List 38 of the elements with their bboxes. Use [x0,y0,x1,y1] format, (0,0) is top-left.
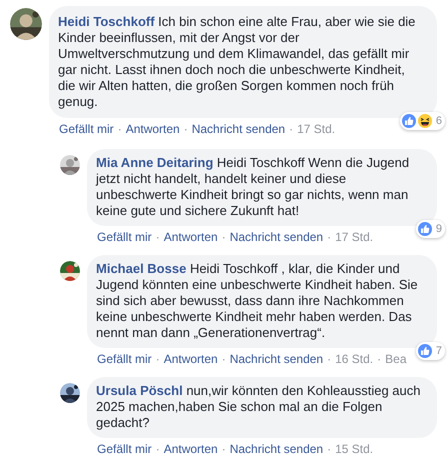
separator-dot: · [222,351,226,367]
author-name[interactable]: Mia Anne Deitaring [96,155,214,170]
separator-dot: · [156,351,160,367]
comment-text: Heidi Toschkoff Ich bin schon eine alte Frau, aber wie sie die Kinder beeinflussen, mit der Angst vor der Umweltverschmutzung und dem Klimawandel, das gefällt mir gar nicht. Lasst ihnen doch noch die unbeschwerte Kindheit, die wir Alten hatten, die großen Sorgen kommen noch früh genug. [58,14,416,109]
action-link[interactable]: Nachricht senden [230,441,324,457]
action-link[interactable]: Antworten [164,229,218,245]
separator-dot: · [184,121,188,137]
separator-dot: · [156,441,160,457]
separator-dot: · [327,441,332,457]
separator-dot: · [156,229,160,245]
separator-dot: · [289,121,294,137]
comment-text: Ursula Pöschl nun,wir könnten den Kohleausstieg auch 2025 machen,haben Sie schon mal an die Folgen gedacht? [96,383,420,430]
thumbs-up-icon [400,113,417,129]
action-link[interactable]: Antworten [164,441,218,457]
separator-dot: · [222,229,226,245]
comment-text: Michael Bosse Heidi Toschkoff , klar, die Kinder und Jugend könnten eine unbeschwerte Kindheit haben. Sie sind sich aber bewusst, dass dann ihre Nachkommen keine unbeschwerte Kindheit mehr haben werden. Das nennt man dann „Generationenvertrag“. [96,261,418,340]
action-link[interactable]: Nachricht senden [192,121,286,137]
thumbs-up-icon [416,221,433,237]
author-name[interactable]: Ursula Pöschl [96,383,183,398]
separator-dot: · [377,351,382,367]
separator-dot: · [118,121,122,137]
action-link[interactable]: Gefällt mir [97,351,152,367]
action-link[interactable]: Gefällt mir [97,441,152,457]
comment-text: Mia Anne Deitaring Heidi Toschkoff Wenn die Jugend jetzt nicht handelt, handelt keiner und diese unbeschwerte Kindheit bringt so gar nichts, wenn man keine gute und sichere Zukunft hat! [96,155,410,218]
thumbs-up-icon [416,343,433,359]
separator-dot: · [327,351,332,367]
author-name[interactable]: Heidi Toschkoff [58,14,155,29]
action-link[interactable]: Antworten [126,121,180,137]
action-link[interactable]: Nachricht senden [230,351,324,367]
separator-dot: · [327,229,332,245]
author-name[interactable]: Michael Bosse [96,261,186,276]
action-link[interactable]: Gefällt mir [59,121,114,137]
action-link[interactable]: Nachricht senden [230,229,324,245]
edited-label: Bea [385,351,406,367]
separator-dot: · [222,441,226,457]
laughing-face-icon [416,113,433,129]
action-link[interactable]: Antworten [164,351,218,367]
action-link[interactable]: Gefällt mir [97,229,152,245]
